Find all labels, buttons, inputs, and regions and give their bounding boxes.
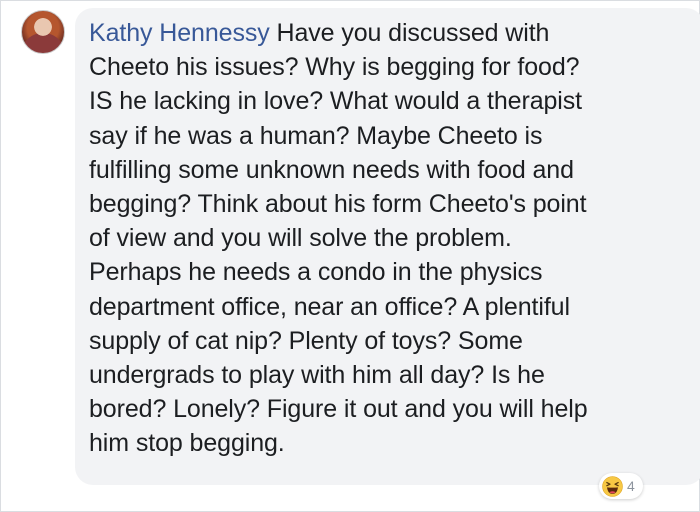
comment-line: Cheeto his issues? Why is begging for fo… bbox=[89, 53, 580, 82]
comment-line: Perhaps he needs a condo in the physics bbox=[89, 258, 543, 287]
avatar[interactable] bbox=[21, 10, 65, 54]
comment-line: bored? Lonely? Figure it out and you wil… bbox=[89, 395, 588, 424]
haha-emoji-icon bbox=[602, 475, 623, 497]
comment-line: say if he was a human? Maybe Cheeto is bbox=[89, 121, 543, 150]
reaction-summary[interactable]: 4 bbox=[599, 473, 643, 499]
comment-line: him stop begging. bbox=[89, 429, 285, 458]
comment-line: undergrads to play with him all day? Is … bbox=[89, 361, 545, 390]
reaction-count: 4 bbox=[627, 478, 635, 494]
comment-line: fulfilling some unknown needs with food … bbox=[89, 155, 574, 184]
comment-line: of view and you will solve the problem. bbox=[89, 224, 512, 253]
comment-line: begging? Think about his form Cheeto's p… bbox=[89, 190, 587, 219]
comment-line: department office, near an office? A ple… bbox=[89, 292, 570, 321]
comment-line: Have you discussed with bbox=[276, 19, 550, 47]
comment-line: supply of cat nip? Plenty of toys? Some bbox=[89, 326, 523, 355]
comment-body: Kathy Hennessy Have you discussed with C… bbox=[89, 16, 649, 461]
comment-line: IS he lacking in love? What would a ther… bbox=[89, 87, 582, 116]
author-name-link[interactable]: Kathy Hennessy bbox=[89, 19, 270, 47]
